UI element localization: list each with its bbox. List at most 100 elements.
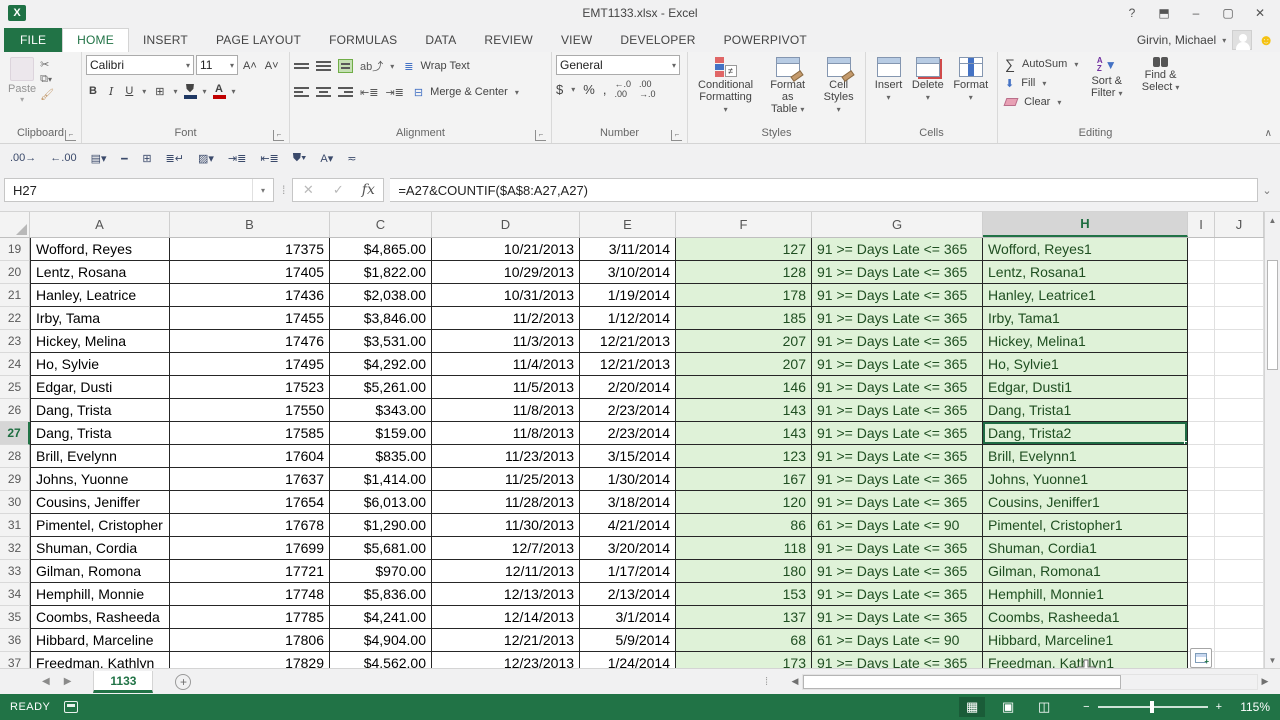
horizontal-scrollbar[interactable] <box>802 674 1258 690</box>
cell-B25[interactable]: 17523 <box>170 376 330 399</box>
cell-J27[interactable] <box>1215 422 1264 445</box>
row-header-32[interactable]: 32 <box>0 537 30 560</box>
cell-E36[interactable]: 5/9/2014 <box>580 629 676 652</box>
cell-C32[interactable]: $5,681.00 <box>330 537 432 560</box>
column-header-D[interactable]: D <box>432 212 580 237</box>
increase-indent-icon[interactable]: ⇥≣ <box>228 152 246 165</box>
formula-input[interactable]: =A27&COUNTIF($A$8:A27,A27) <box>390 178 1258 202</box>
cell-D36[interactable]: 12/21/2013 <box>432 629 580 652</box>
zoom-level[interactable]: 115% <box>1232 700 1270 714</box>
ribbon-tab-page-layout[interactable]: PAGE LAYOUT <box>202 29 315 52</box>
ribbon-tab-home[interactable]: HOME <box>62 28 129 52</box>
column-header-I[interactable]: I <box>1188 212 1215 237</box>
cell-I19[interactable] <box>1188 238 1215 261</box>
cell-J35[interactable] <box>1215 606 1264 629</box>
tab-scroll-splitter[interactable]: ⁞ <box>765 676 767 688</box>
merge-center-button[interactable]: ⊟ Merge & Center ▾ <box>411 81 522 103</box>
row-header-23[interactable]: 23 <box>0 330 30 353</box>
cell-F27[interactable]: 143 <box>676 422 812 445</box>
row-header-27[interactable]: 27 <box>0 422 30 445</box>
font-launcher-icon[interactable]: ⌐ <box>273 130 284 141</box>
ribbon-tab-formulas[interactable]: FORMULAS <box>315 29 411 52</box>
scroll-up-icon[interactable]: ▲ <box>1265 212 1280 228</box>
cell-A25[interactable]: Edgar, Dusti <box>30 376 170 399</box>
cell-I28[interactable] <box>1188 445 1215 468</box>
cell-E28[interactable]: 3/15/2014 <box>580 445 676 468</box>
cell-D32[interactable]: 12/7/2013 <box>432 537 580 560</box>
enter-icon[interactable]: ✓ <box>323 182 353 198</box>
cell-B24[interactable]: 17495 <box>170 353 330 376</box>
percent-style-icon[interactable]: % <box>583 82 595 97</box>
comment-icon[interactable]: 🗕 <box>121 149 129 168</box>
cell-H35[interactable]: Coombs, Rasheeda1 <box>983 606 1188 629</box>
align-right-icon[interactable] <box>338 85 353 99</box>
ribbon-display-options-icon[interactable]: ⬒ <box>1150 3 1178 23</box>
maximize-icon[interactable]: ▢ <box>1214 3 1242 23</box>
autosum-button[interactable]: ∑ AutoSum ▾ <box>1002 56 1081 72</box>
number-launcher-icon[interactable]: ⌐ <box>671 130 682 141</box>
cell-A27[interactable]: Dang, Trista <box>30 422 170 445</box>
cell-F30[interactable]: 120 <box>676 491 812 514</box>
cell-G23[interactable]: 91 >= Days Late <= 365 <box>812 330 983 353</box>
cell-H24[interactable]: Ho, Sylvie1 <box>983 353 1188 376</box>
cell-D19[interactable]: 10/21/2013 <box>432 238 580 261</box>
shrink-font-icon[interactable]: A˅ <box>262 55 282 77</box>
cell-D33[interactable]: 12/11/2013 <box>432 560 580 583</box>
cell-J19[interactable] <box>1215 238 1264 261</box>
alignment-launcher-icon[interactable]: ⌐ <box>535 130 546 141</box>
cell-J26[interactable] <box>1215 399 1264 422</box>
cell-H26[interactable]: Dang, Trista1 <box>983 399 1188 422</box>
cell-E22[interactable]: 1/12/2014 <box>580 307 676 330</box>
cell-J25[interactable] <box>1215 376 1264 399</box>
column-header-H[interactable]: H <box>983 212 1188 237</box>
insert-cells-button[interactable]: Insert▾ <box>871 55 907 126</box>
cell-C24[interactable]: $4,292.00 <box>330 353 432 376</box>
cell-H28[interactable]: Brill, Evelynn1 <box>983 445 1188 468</box>
cell-C30[interactable]: $6,013.00 <box>330 491 432 514</box>
copy-icon[interactable]: ⧉▾ <box>40 73 54 86</box>
cell-J30[interactable] <box>1215 491 1264 514</box>
cell-F25[interactable]: 146 <box>676 376 812 399</box>
cell-G29[interactable]: 91 >= Days Late <= 365 <box>812 468 983 491</box>
cell-F24[interactable]: 207 <box>676 353 812 376</box>
cell-A24[interactable]: Ho, Sylvie <box>30 353 170 376</box>
cell-F37[interactable]: 173 <box>676 652 812 668</box>
cell-J21[interactable] <box>1215 284 1264 307</box>
grow-font-icon[interactable]: A˄ <box>240 55 260 77</box>
wrap-text-icon[interactable]: ≣↵ <box>166 152 184 165</box>
cell-B28[interactable]: 17604 <box>170 445 330 468</box>
ribbon-tab-review[interactable]: REVIEW <box>470 29 547 52</box>
cell-D22[interactable]: 11/2/2013 <box>432 307 580 330</box>
cell-H27[interactable]: Dang, Trista2 <box>983 422 1188 445</box>
cell-F28[interactable]: 123 <box>676 445 812 468</box>
cell-C22[interactable]: $3,846.00 <box>330 307 432 330</box>
zoom-slider[interactable] <box>1098 706 1208 708</box>
cell-A20[interactable]: Lentz, Rosana <box>30 261 170 284</box>
align-left-icon[interactable] <box>294 85 309 99</box>
cell-I30[interactable] <box>1188 491 1215 514</box>
cell-J33[interactable] <box>1215 560 1264 583</box>
page-layout-view-icon[interactable]: ▣ <box>995 697 1021 717</box>
cell-B20[interactable]: 17405 <box>170 261 330 284</box>
cell-C29[interactable]: $1,414.00 <box>330 468 432 491</box>
cell-F35[interactable]: 137 <box>676 606 812 629</box>
row-header-33[interactable]: 33 <box>0 560 30 583</box>
cell-F33[interactable]: 180 <box>676 560 812 583</box>
cell-A30[interactable]: Cousins, Jeniffer <box>30 491 170 514</box>
cell-I32[interactable] <box>1188 537 1215 560</box>
cell-E20[interactable]: 3/10/2014 <box>580 261 676 284</box>
cell-H19[interactable]: Wofford, Reyes1 <box>983 238 1188 261</box>
cell-I21[interactable] <box>1188 284 1215 307</box>
cell-H23[interactable]: Hickey, Melina1 <box>983 330 1188 353</box>
cell-A29[interactable]: Johns, Yuonne <box>30 468 170 491</box>
clipboard-launcher-icon[interactable]: ⌐ <box>65 130 76 141</box>
cell-A23[interactable]: Hickey, Melina <box>30 330 170 353</box>
cell-F36[interactable]: 68 <box>676 629 812 652</box>
cell-I25[interactable] <box>1188 376 1215 399</box>
cell-D20[interactable]: 10/29/2013 <box>432 261 580 284</box>
close-icon[interactable]: ✕ <box>1246 3 1274 23</box>
cell-F21[interactable]: 178 <box>676 284 812 307</box>
cell-C34[interactable]: $5,836.00 <box>330 583 432 606</box>
font-color-icon[interactable]: A <box>213 84 226 99</box>
column-header-C[interactable]: C <box>330 212 432 237</box>
